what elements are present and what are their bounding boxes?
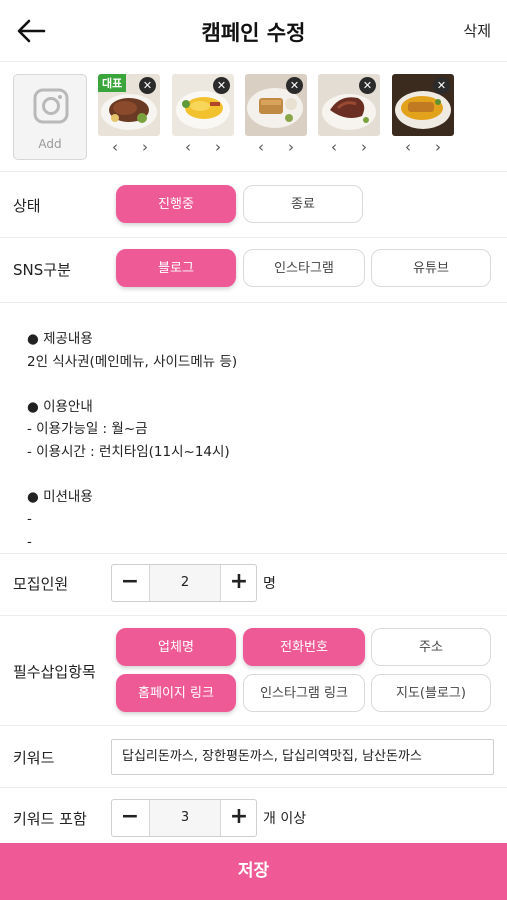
required-option-phone[interactable]: 전화번호 — [243, 628, 365, 666]
chevron-right-icon[interactable]: › — [429, 138, 447, 156]
photo-gallery: Add 대표 ✕ ‹ › ✕ ‹ › ✕ ‹ › ✕ ‹ › ✕ ‹ › — [0, 62, 507, 172]
remove-photo-icon[interactable]: ✕ — [286, 77, 303, 94]
remove-photo-icon[interactable]: ✕ — [359, 77, 376, 94]
chevron-left-icon[interactable]: ‹ — [399, 138, 417, 156]
remove-photo-icon[interactable]: ✕ — [433, 77, 450, 94]
divider — [0, 302, 507, 303]
description-line: ● 미션내용 — [27, 488, 93, 505]
delete-button[interactable]: 삭제 — [463, 20, 491, 41]
add-photo-label: Add — [38, 137, 62, 151]
page-title: 캠페인 수정 — [201, 21, 306, 45]
divider — [0, 725, 507, 726]
recruit-stepper: − 2 + — [111, 564, 257, 602]
description-line: 2인 식사권(메인메뉴, 사이드메뉴 등) — [27, 353, 238, 370]
keyword-include-value[interactable]: 3 — [149, 800, 221, 836]
recruit-decrement-button[interactable]: − — [112, 565, 148, 601]
sns-option-youtube[interactable]: 유튜브 — [371, 249, 491, 287]
chevron-right-icon[interactable]: › — [355, 138, 373, 156]
required-option-homepage-link[interactable]: 홈페이지 링크 — [116, 674, 236, 712]
keyword-include-increment-button[interactable]: + — [221, 800, 257, 836]
remove-photo-icon[interactable]: ✕ — [213, 77, 230, 94]
description-blank-line — [27, 463, 487, 486]
recruit-increment-button[interactable]: + — [221, 565, 257, 601]
divider — [0, 553, 507, 554]
keyword-include-unit: 개 이상 — [263, 811, 307, 827]
chevron-right-icon[interactable]: › — [282, 138, 300, 156]
description-line: - 이용시간 : 런치타임(11시~14시) — [27, 443, 230, 460]
description-line: ● 제공내용 — [27, 331, 93, 347]
sns-option-instagram[interactable]: 인스타그램 — [243, 249, 365, 287]
chevron-right-icon[interactable]: › — [209, 138, 227, 156]
keyword-include-label: 키워드 포함 — [13, 810, 87, 828]
app-header: 캠페인 수정 삭제 — [0, 0, 507, 62]
required-option-company-name[interactable]: 업체명 — [116, 628, 236, 666]
required-option-address[interactable]: 주소 — [371, 628, 491, 666]
description-blank-line — [27, 373, 487, 396]
remove-photo-icon[interactable]: ✕ — [139, 77, 156, 94]
keyword-include-stepper: − 3 + — [111, 799, 257, 837]
description-line: ● 이용안내 — [27, 398, 93, 415]
description-line: - — [27, 533, 32, 550]
add-photo-button[interactable]: Add — [13, 74, 87, 160]
required-option-map[interactable]: 지도(블로그) — [371, 674, 491, 712]
keywords-input[interactable]: 답십리돈까스, 장한평돈까스, 답십리역맛집, 남산돈까스 — [111, 739, 494, 775]
save-button[interactable]: 저장 — [0, 843, 507, 900]
chevron-left-icon[interactable]: ‹ — [325, 138, 343, 156]
chevron-right-icon[interactable]: › — [136, 138, 154, 156]
camera-icon — [33, 88, 69, 124]
chevron-left-icon[interactable]: ‹ — [179, 138, 197, 156]
recruit-label: 모집인원 — [13, 575, 69, 593]
divider — [0, 237, 507, 238]
sns-option-blog[interactable]: 블로그 — [116, 249, 236, 287]
required-option-instagram-link[interactable]: 인스타그램 링크 — [243, 674, 365, 712]
divider — [0, 787, 507, 788]
representative-badge: 대표 — [98, 74, 127, 92]
status-option-active[interactable]: 진행중 — [116, 185, 236, 223]
description-line: - 이용가능일 : 월~금 — [27, 421, 148, 437]
keyword-include-decrement-button[interactable]: − — [112, 800, 148, 836]
chevron-left-icon[interactable]: ‹ — [252, 138, 270, 156]
keywords-label: 키워드 — [13, 749, 55, 767]
recruit-unit: 명 — [263, 576, 276, 592]
divider — [0, 615, 507, 616]
sns-label: SNS구분 — [13, 261, 71, 279]
status-option-ended[interactable]: 종료 — [243, 185, 363, 223]
recruit-value[interactable]: 2 — [149, 565, 221, 601]
campaign-description[interactable]: ● 제공내용 2인 식사권(메인메뉴, 사이드메뉴 등) ● 이용안내 - 이용… — [27, 328, 487, 553]
status-label: 상태 — [13, 197, 41, 215]
chevron-left-icon[interactable]: ‹ — [106, 138, 124, 156]
description-line: - — [27, 511, 32, 527]
required-items-label: 필수삽입항목 — [13, 663, 96, 681]
